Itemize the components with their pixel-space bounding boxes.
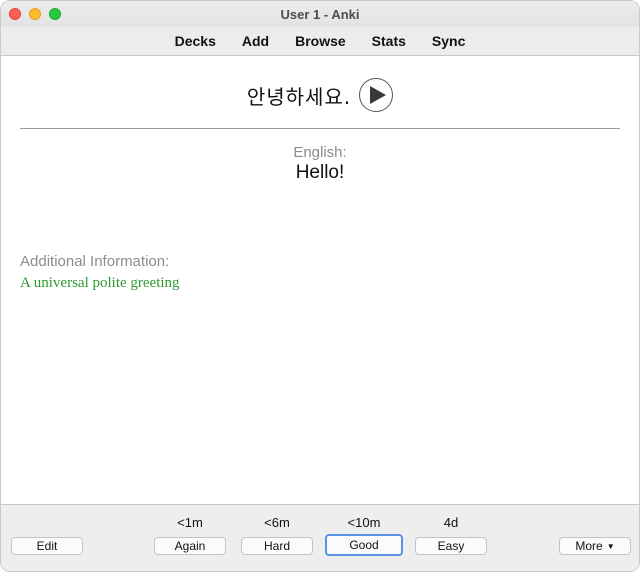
review-bottom-bar: Edit <1m Again <6m Hard <10m Good 4d Eas… — [1, 504, 639, 571]
good-interval: <10m — [347, 515, 381, 530]
easy-interval: 4d — [443, 515, 459, 530]
easy-button[interactable]: Easy — [415, 537, 487, 555]
card-front: 안녕하세요. — [1, 78, 639, 112]
main-toolbar: Decks Add Browse Stats Sync — [1, 27, 639, 56]
title-bar: User 1 - Anki — [1, 1, 639, 27]
hard-interval: <6m — [264, 515, 290, 530]
toolbar-decks[interactable]: Decks — [162, 33, 229, 49]
more-label: More — [575, 539, 603, 553]
window-controls — [9, 8, 61, 20]
edit-button[interactable]: Edit — [11, 537, 83, 555]
answer-divider — [20, 128, 620, 129]
play-icon — [369, 86, 386, 104]
additional-info-label: Additional Information: — [20, 253, 170, 270]
close-window-button[interactable] — [9, 8, 21, 20]
good-button[interactable]: Good — [325, 534, 403, 556]
anki-window: User 1 - Anki Decks Add Browse Stats Syn… — [0, 0, 640, 572]
window-title: User 1 - Anki — [280, 6, 360, 22]
more-button[interactable]: More ▼ — [559, 537, 631, 555]
again-button[interactable]: Again — [154, 537, 226, 555]
hard-button[interactable]: Hard — [241, 537, 313, 555]
card-front-text: 안녕하세요. — [246, 84, 352, 109]
toolbar-sync[interactable]: Sync — [419, 33, 478, 49]
toolbar-add[interactable]: Add — [229, 33, 282, 49]
play-audio-button[interactable] — [359, 78, 394, 112]
card-meaning: Hello! — [295, 162, 345, 183]
toolbar-browse[interactable]: Browse — [282, 33, 359, 49]
additional-info-text: A universal polite greeting — [20, 275, 180, 291]
again-interval: <1m — [177, 515, 203, 530]
minimize-window-button[interactable] — [29, 8, 41, 20]
zoom-window-button[interactable] — [49, 8, 61, 20]
card-view: 안녕하세요. English: Hello! Additional Inform… — [1, 56, 639, 504]
toolbar-stats[interactable]: Stats — [359, 33, 419, 49]
caret-down-icon: ▼ — [606, 541, 615, 551]
language-label: English: — [293, 144, 347, 161]
